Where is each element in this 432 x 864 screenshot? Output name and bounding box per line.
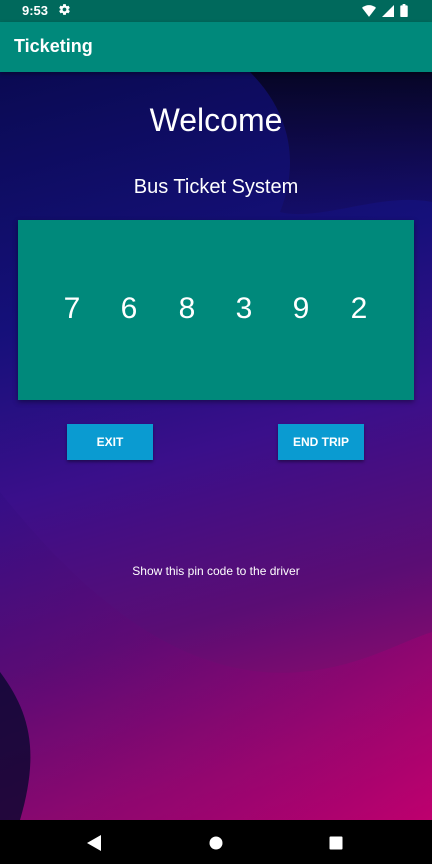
back-icon[interactable] xyxy=(87,835,101,856)
status-time: 9:53 xyxy=(22,3,49,18)
app-bar: Ticketing xyxy=(0,22,432,72)
welcome-heading: Welcome xyxy=(149,102,283,138)
home-icon[interactable] xyxy=(209,836,223,855)
wifi-icon xyxy=(362,4,376,20)
status-icons xyxy=(362,4,408,20)
subtitle: Bus Ticket System xyxy=(133,176,299,198)
pin-digit: 9 xyxy=(292,292,310,325)
status-bar: 9:53 xyxy=(0,0,432,22)
pin-digit: 2 xyxy=(350,292,368,325)
app-title: Ticketing xyxy=(14,36,93,56)
pin-digit: 6 xyxy=(120,292,138,325)
end-trip-button[interactable]: END TRIP xyxy=(278,424,364,460)
pin-digit: 7 xyxy=(63,292,81,325)
navigation-bar xyxy=(0,820,432,864)
signal-icon xyxy=(382,4,394,20)
pin-code: 7 6 8 3 9 2 xyxy=(18,292,414,328)
pin-digit: 8 xyxy=(178,292,196,325)
battery-icon xyxy=(400,4,408,20)
recents-icon[interactable] xyxy=(329,836,343,855)
pin-card: 7 6 8 3 9 2 xyxy=(18,220,414,400)
main-content: Welcome Bus Ticket System 7 6 8 3 9 2 EX… xyxy=(0,72,432,820)
pin-digit: 3 xyxy=(235,292,253,325)
exit-button[interactable]: EXIT xyxy=(67,424,153,460)
settings-gear-icon xyxy=(58,3,71,16)
pin-hint-text: Show this pin code to the driver xyxy=(132,564,300,578)
screen: 9:53 Ticketing Welcome Bus Ticket System… xyxy=(0,0,432,864)
